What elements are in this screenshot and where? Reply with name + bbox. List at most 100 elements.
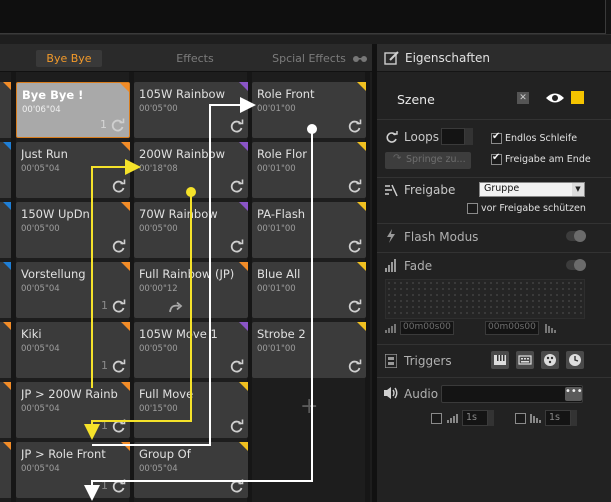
fade-label: Fade xyxy=(404,259,433,273)
fade-out-time: 00m00s00 xyxy=(488,322,536,332)
scene-loop-count: 1 xyxy=(101,479,108,492)
scene-cell[interactable]: Kiki 00'05"04 1 xyxy=(16,322,130,378)
scene-duration: 00'05"04 xyxy=(139,464,178,474)
properties-panel: Eigenschaften Szene ✕ Loops Endlos Schle… xyxy=(377,44,611,502)
scene-cell[interactable]: PA-Flash 00'01"00 xyxy=(252,202,366,258)
midi-trigger-button[interactable] xyxy=(491,351,509,369)
scene-cell[interactable]: 70W Rainbow 00'05"00 xyxy=(134,202,248,258)
scene-cell[interactable]: JP > 200W Rainbow 00'05"04 1 xyxy=(16,382,130,438)
tab-effects[interactable]: Effects xyxy=(160,50,230,67)
audio-fade-out-checkbox[interactable] xyxy=(515,413,526,424)
scene-loop-count: 1 xyxy=(101,419,108,432)
scene-cell[interactable]: Blue All 00'01"00 xyxy=(252,262,366,318)
audio-fade-in-icon xyxy=(447,414,458,423)
tab-special-effects[interactable]: Spcial Effects xyxy=(262,50,356,67)
jump-to-button[interactable]: ↷ Springe zu... xyxy=(385,152,471,169)
scene-cell[interactable]: Just Run 00'05"04 xyxy=(16,142,130,198)
scene-cell[interactable]: Group Of 00'05"04 xyxy=(134,442,248,498)
fade-out-time-field[interactable]: 00m00s00 xyxy=(485,321,539,335)
scene-color-tag xyxy=(121,322,130,331)
scene-loop-count: 1 xyxy=(100,118,107,131)
release-at-end-checkbox[interactable] xyxy=(491,152,502,165)
scene-color-tag xyxy=(121,202,130,211)
scene-color-swatch[interactable] xyxy=(571,91,584,104)
scene-cell[interactable]: JP > Role Front 00'05"04 1 xyxy=(16,442,130,498)
release-select[interactable]: Gruppe ▼ xyxy=(479,182,585,197)
scene-duration: 00'05"04 xyxy=(21,284,60,294)
flash-mode-toggle[interactable] xyxy=(566,230,586,242)
scene-cell[interactable]: Full Move 00'15"00 xyxy=(134,382,248,438)
audio-fade-in-input[interactable]: 1s xyxy=(462,410,488,426)
fade-toggle[interactable] xyxy=(566,259,586,271)
scene-name: Blue All xyxy=(257,267,301,281)
dmx-connector-icon xyxy=(544,354,556,366)
endless-loop-label: Endlos Schleife xyxy=(505,133,578,144)
scene-color-tag xyxy=(239,202,248,211)
partial-scene-cell[interactable] xyxy=(0,322,11,378)
clear-icon[interactable]: ✕ xyxy=(517,92,529,104)
jump-icon: ↷ xyxy=(393,153,402,164)
scene-cell[interactable]: Role Front 00'01"00 xyxy=(252,82,366,138)
scene-cell[interactable]: 105W Rainbow 00'05"00 xyxy=(134,82,248,138)
loop-icon xyxy=(111,239,126,254)
scene-cell[interactable]: 200W Rainbow 00'18"08 xyxy=(134,142,248,198)
audio-fade-in-spinner[interactable] xyxy=(488,410,494,426)
audio-browse-button[interactable]: ••• xyxy=(565,387,583,401)
dmx-trigger-button[interactable] xyxy=(541,351,559,369)
audio-file-field[interactable] xyxy=(441,385,583,403)
scene-duration: 00'05"00 xyxy=(21,224,60,234)
properties-title: Eigenschaften xyxy=(405,51,491,65)
clock-trigger-button[interactable] xyxy=(566,351,584,369)
scene-cell[interactable]: 105W Move 1 00'05"00 xyxy=(134,322,248,378)
scene-duration: 00'01"00 xyxy=(257,284,296,294)
scene-cell[interactable]: 150W UpDn 00'05"00 xyxy=(16,202,130,258)
partial-scene-cell[interactable] xyxy=(0,82,11,138)
partial-scene-cell[interactable] xyxy=(0,142,11,198)
scene-duration: 00'05"04 xyxy=(21,164,60,174)
release-at-end-label: Freigabe am Ende xyxy=(505,154,591,165)
scene-color-tag xyxy=(121,262,130,271)
scene-color-tag xyxy=(3,82,11,90)
partial-scene-cell[interactable] xyxy=(0,262,11,318)
scene-name: Strobe 2 xyxy=(257,327,306,341)
fade-in-time-field[interactable]: 00m00s00 xyxy=(400,321,454,335)
scene-cell[interactable]: Strobe 2 00'01"00 xyxy=(252,322,366,378)
audio-fade-out-spinner[interactable] xyxy=(571,410,577,426)
tab-bye-bye[interactable]: Bye Bye xyxy=(36,50,102,67)
scene-cell[interactable]: Bye Bye ! 00'06"04 1 xyxy=(16,82,130,138)
fade-in-level-icon xyxy=(385,324,396,333)
loop-icon xyxy=(111,299,126,314)
release-label: Freigabe xyxy=(404,183,456,197)
scene-color-tag xyxy=(357,202,366,211)
partial-scene-cell[interactable] xyxy=(0,382,11,438)
tab-special-effects-label: Spcial Effects xyxy=(272,52,346,65)
partial-scene-cell[interactable] xyxy=(0,202,11,258)
keyboard-trigger-button[interactable] xyxy=(516,351,534,369)
edit-icon xyxy=(384,51,399,65)
endless-loop-checkbox[interactable] xyxy=(491,131,502,144)
scene-color-tag xyxy=(3,262,11,270)
add-scene-button[interactable]: + xyxy=(300,394,318,419)
scene-name: 105W Move 1 xyxy=(139,327,218,341)
eye-icon[interactable] xyxy=(545,91,565,105)
loop-icon xyxy=(386,131,398,143)
audio-fade-in-checkbox[interactable] xyxy=(431,413,442,424)
loops-spinner[interactable] xyxy=(465,128,473,145)
scene-cell[interactable]: Vorstellung 00'05"04 1 xyxy=(16,262,130,318)
scene-cell[interactable]: Full Rainbow (JP) 00'00"12 xyxy=(134,262,248,318)
audio-fade-out-input[interactable]: 1s xyxy=(545,410,571,426)
scene-cell[interactable]: Role Flor 00'01"00 xyxy=(252,142,366,198)
loop-icon xyxy=(347,239,362,254)
top-search-area[interactable] xyxy=(0,0,606,34)
partial-scene-cell[interactable] xyxy=(0,442,11,498)
flash-mode-label: Flash Modus xyxy=(404,230,479,244)
scene-duration: 00'18"08 xyxy=(139,164,178,174)
loop-icon xyxy=(229,359,244,374)
scene-name: JP > Role Front xyxy=(21,447,106,461)
scene-loop-count: 1 xyxy=(101,299,108,312)
scene-name: Kiki xyxy=(21,327,42,341)
protect-release-checkbox[interactable] xyxy=(467,203,478,214)
loop-icon xyxy=(111,179,126,194)
properties-header: Eigenschaften xyxy=(377,44,611,72)
loops-count-input[interactable] xyxy=(441,128,465,145)
